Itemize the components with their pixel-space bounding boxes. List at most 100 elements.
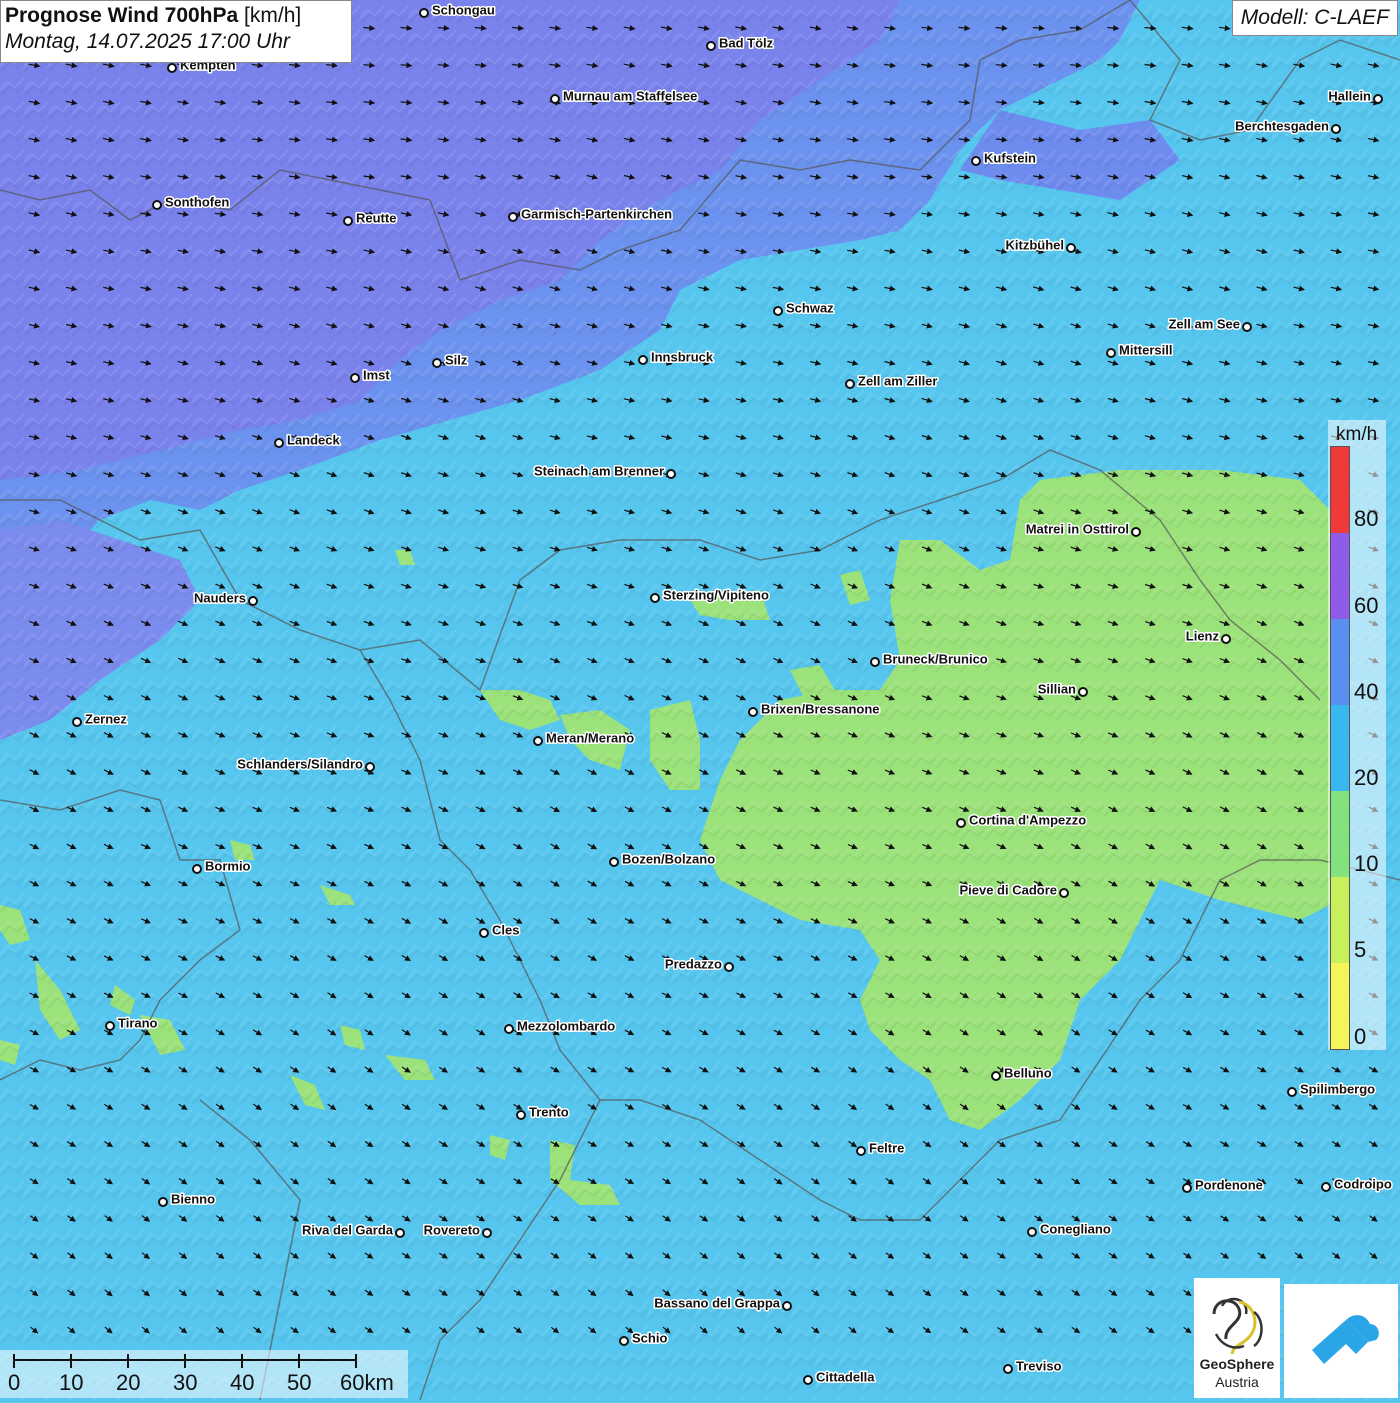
city-marker: Zell am See (1167, 315, 1252, 333)
city-dot (482, 1228, 492, 1238)
city-dot (479, 928, 489, 938)
city-dot (343, 216, 353, 226)
city-dot (192, 864, 202, 874)
scale-label: 60km (340, 1370, 394, 1395)
city-marker: Zell am Ziller (845, 372, 939, 390)
city-label: Codroipo (1334, 1176, 1392, 1191)
city-marker: Cortina d'Ampezzo (956, 811, 1088, 829)
city-dot (419, 8, 429, 18)
city-marker: Innsbruck (638, 348, 715, 366)
city-dot (650, 593, 660, 603)
city-label: Schongau (432, 2, 495, 17)
city-dot (504, 1024, 514, 1034)
geosphere-logo-line1: GeoSphere (1199, 1356, 1275, 1372)
city-marker: Pordenone (1182, 1176, 1264, 1194)
city-dot (845, 379, 855, 389)
city-dot (706, 41, 716, 51)
city-label: Cortina d'Ampezzo (969, 812, 1086, 827)
city-label: Schwaz (786, 300, 834, 315)
city-label: Sillian (1038, 681, 1076, 696)
city-label: Mittersill (1119, 342, 1172, 357)
city-marker: Bruneck/Brunico (870, 650, 989, 668)
city-label: Cles (492, 922, 519, 937)
city-label: Bormio (205, 858, 251, 873)
city-marker: Meran/Merano (533, 729, 636, 747)
wind-map[interactable]: SchongauBad TölzKemptenMurnau am Staffel… (0, 0, 1400, 1400)
title-main: Prognose Wind 700hPa (5, 4, 239, 27)
city-dot (638, 355, 648, 365)
city-label: Sonthofen (165, 194, 229, 209)
city-marker: Brixen/Bressanone (748, 700, 881, 718)
city-label: Zell am Ziller (858, 373, 937, 388)
city-dot (167, 63, 177, 73)
city-dot (666, 469, 676, 479)
city-label: Bassano del Grappa (654, 1295, 780, 1310)
city-dot (773, 306, 783, 316)
city-label: Landeck (287, 432, 341, 447)
city-label: Feltre (869, 1140, 904, 1155)
weather-app-logo[interactable] (1284, 1284, 1398, 1398)
scale-label: 30 (173, 1370, 198, 1395)
legend-tick-80: 80 (1354, 506, 1379, 531)
city-dot (956, 818, 966, 828)
city-dot (550, 94, 560, 104)
map-title-box: Prognose Wind 700hPa [km/h] Montag, 14.0… (0, 0, 352, 63)
city-label: Murnau am Staffelsee (563, 88, 697, 103)
city-dot (158, 1197, 168, 1207)
city-marker: Schongau (419, 1, 496, 19)
city-dot (533, 736, 543, 746)
city-dot (803, 1375, 813, 1385)
city-label: Trento (529, 1104, 569, 1119)
city-dot (748, 707, 758, 717)
legend-unit: km/h (1336, 424, 1378, 445)
city-dot (1221, 634, 1231, 644)
city-dot (870, 657, 880, 667)
forecast-datetime: Montag, 14.07.2025 17:00 Uhr (5, 30, 290, 53)
legend-tick-0: 0 (1354, 1024, 1367, 1049)
city-label: Reutte (356, 210, 396, 225)
city-marker: Spilimbergo (1287, 1080, 1377, 1098)
city-dot (609, 857, 619, 867)
city-dot (365, 762, 375, 772)
city-label: Bozen/Bolzano (622, 851, 715, 866)
city-dot (1321, 1182, 1331, 1192)
wind-arrow (437, 25, 450, 32)
city-label: Kitzbühel (1006, 237, 1065, 252)
city-marker: Matrei in Osttirol (1024, 520, 1141, 538)
city-label: Treviso (1016, 1358, 1062, 1373)
city-marker: Berchtesgaden (1234, 117, 1341, 135)
city-label: Bienno (171, 1191, 215, 1206)
city-marker: Mezzolombardo (504, 1017, 617, 1035)
scale-label: 20 (116, 1370, 141, 1395)
city-marker: Murnau am Staffelsee (550, 87, 699, 105)
city-dot (1003, 1364, 1013, 1374)
city-dot (1242, 322, 1252, 332)
city-marker: Sterzing/Vipiteno (650, 586, 770, 604)
city-dot (274, 438, 284, 448)
city-dot (516, 1110, 526, 1120)
city-marker: Pieve di Cadore (958, 881, 1069, 899)
geosphere-logo-line2: Austria (1215, 1374, 1259, 1390)
city-label: Matrei in Osttirol (1026, 521, 1129, 536)
geosphere-logo-icon (1212, 1297, 1263, 1355)
model-label: Modell: C-LAEF (1231, 0, 1398, 36)
legend-color-bar (1330, 446, 1350, 1050)
legend-seg-40 (1331, 619, 1349, 705)
legend-seg-80 (1331, 447, 1349, 533)
city-dot (724, 962, 734, 972)
city-label: Lienz (1186, 628, 1220, 643)
geosphere-logo[interactable]: GeoSphere Austria (1194, 1278, 1280, 1398)
city-dot (395, 1228, 405, 1238)
city-dot (1182, 1183, 1192, 1193)
scale-label: 10 (59, 1370, 84, 1395)
city-label: Pordenone (1195, 1177, 1263, 1192)
city-dot (1027, 1227, 1037, 1237)
city-label: Kufstein (984, 150, 1036, 165)
city-dot (1287, 1087, 1297, 1097)
city-marker: Schlanders/Silandro (236, 755, 375, 773)
city-label: Garmisch-Partenkirchen (521, 206, 672, 221)
city-label: Mezzolombardo (517, 1018, 615, 1033)
scale-bar: 0 10 20 30 40 50 60km (0, 1350, 408, 1398)
city-dot (971, 156, 981, 166)
city-label: Bad Tölz (719, 35, 774, 50)
